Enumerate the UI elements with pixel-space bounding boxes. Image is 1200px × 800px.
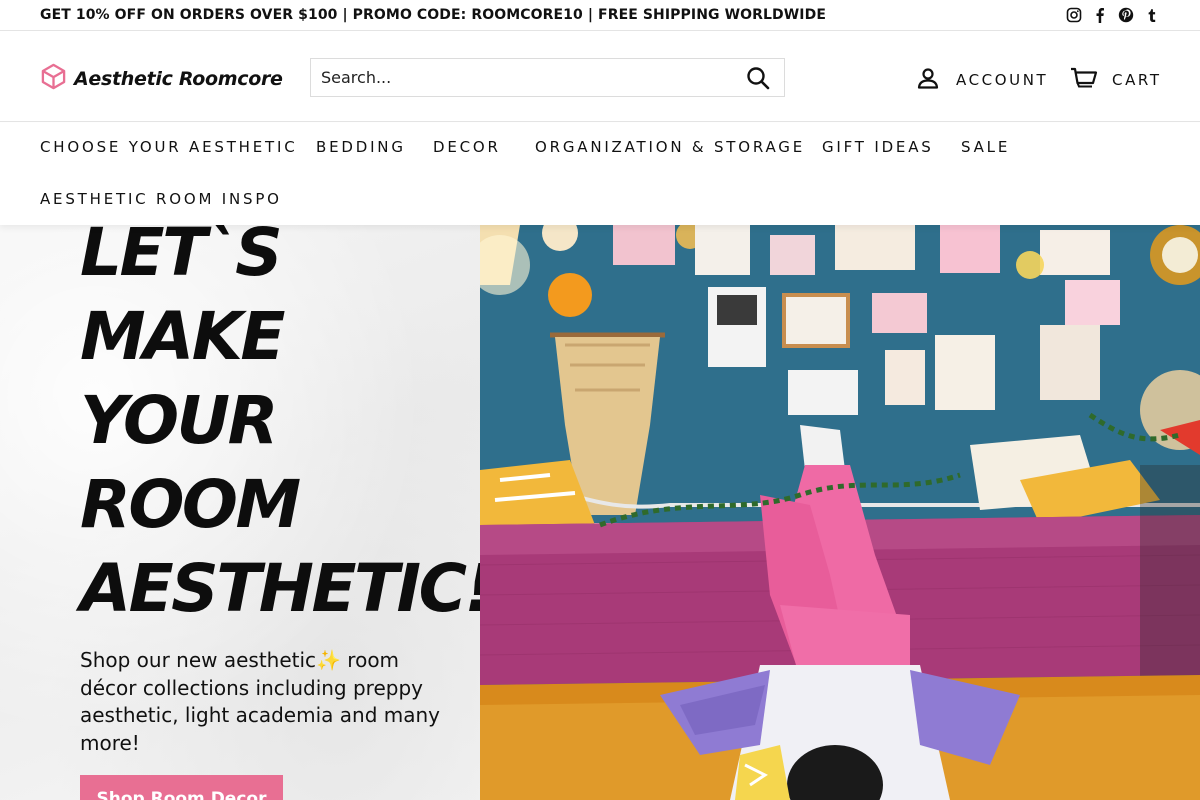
headline-line: ROOM <box>80 466 301 543</box>
facebook-icon[interactable] <box>1091 6 1108 23</box>
nav-gift-ideas[interactable]: GIFT IDEAS <box>822 138 934 156</box>
user-icon <box>916 66 940 94</box>
cart-label: CART <box>1112 71 1162 89</box>
site-header: Aesthetic Roomcore ACCOUNT CART <box>0 32 1200 122</box>
nav-choose-your-aesthetic[interactable]: CHOOSE YOUR AESTHETIC <box>40 138 298 156</box>
account-label: ACCOUNT <box>956 71 1049 89</box>
shop-room-decor-button[interactable]: Shop Room Decor <box>80 775 283 800</box>
announcement-text: GET 10% OFF ON ORDERS OVER $100 | PROMO … <box>40 7 826 23</box>
headline-line: AESTHETIC! <box>80 550 495 627</box>
hero-text-panel: LET`S MAKE YOUR ROOM AESTHETIC! Shop our… <box>0 225 495 800</box>
instagram-icon[interactable] <box>1065 6 1082 23</box>
logo-text: Aesthetic Roomcore <box>74 67 283 90</box>
account-link[interactable]: ACCOUNT <box>916 66 1048 94</box>
cart-link[interactable]: CART <box>1070 66 1162 94</box>
headline-line: YOUR <box>80 382 278 459</box>
announcement-bar: GET 10% OFF ON ORDERS OVER $100 | PROMO … <box>0 0 1200 31</box>
hero-banner: LET`S MAKE YOUR ROOM AESTHETIC! Shop our… <box>0 225 1200 800</box>
nav-decor[interactable]: DECOR <box>433 138 501 156</box>
search-bar <box>310 58 785 97</box>
logo[interactable]: Aesthetic Roomcore <box>40 63 283 94</box>
headline-line: LET`S <box>80 225 283 291</box>
nav-aesthetic-room-inspo[interactable]: AESTHETIC ROOM INSPO <box>40 190 282 208</box>
cart-icon <box>1070 66 1098 94</box>
headline-line: MAKE <box>80 298 286 375</box>
nav-organization-storage[interactable]: ORGANIZATION & STORAGE <box>535 138 805 156</box>
hero-headline: LET`S MAKE YOUR ROOM AESTHETIC! <box>80 225 495 631</box>
pinterest-icon[interactable] <box>1117 6 1134 23</box>
nav-sale[interactable]: SALE <box>961 138 1010 156</box>
search-button[interactable] <box>732 59 784 96</box>
hero-subtext: Shop our new aesthetic✨ room décor colle… <box>80 648 440 755</box>
social-links <box>1065 6 1160 23</box>
main-navigation: CHOOSE YOUR AESTHETIC BEDDING DECOR ORGA… <box>0 123 1200 225</box>
cube-logo-icon <box>40 63 67 94</box>
hero-room-photo <box>470 225 1200 800</box>
tumblr-icon[interactable] <box>1143 6 1160 23</box>
search-input[interactable] <box>311 59 732 96</box>
search-icon <box>747 66 770 89</box>
nav-bedding[interactable]: BEDDING <box>316 138 406 156</box>
